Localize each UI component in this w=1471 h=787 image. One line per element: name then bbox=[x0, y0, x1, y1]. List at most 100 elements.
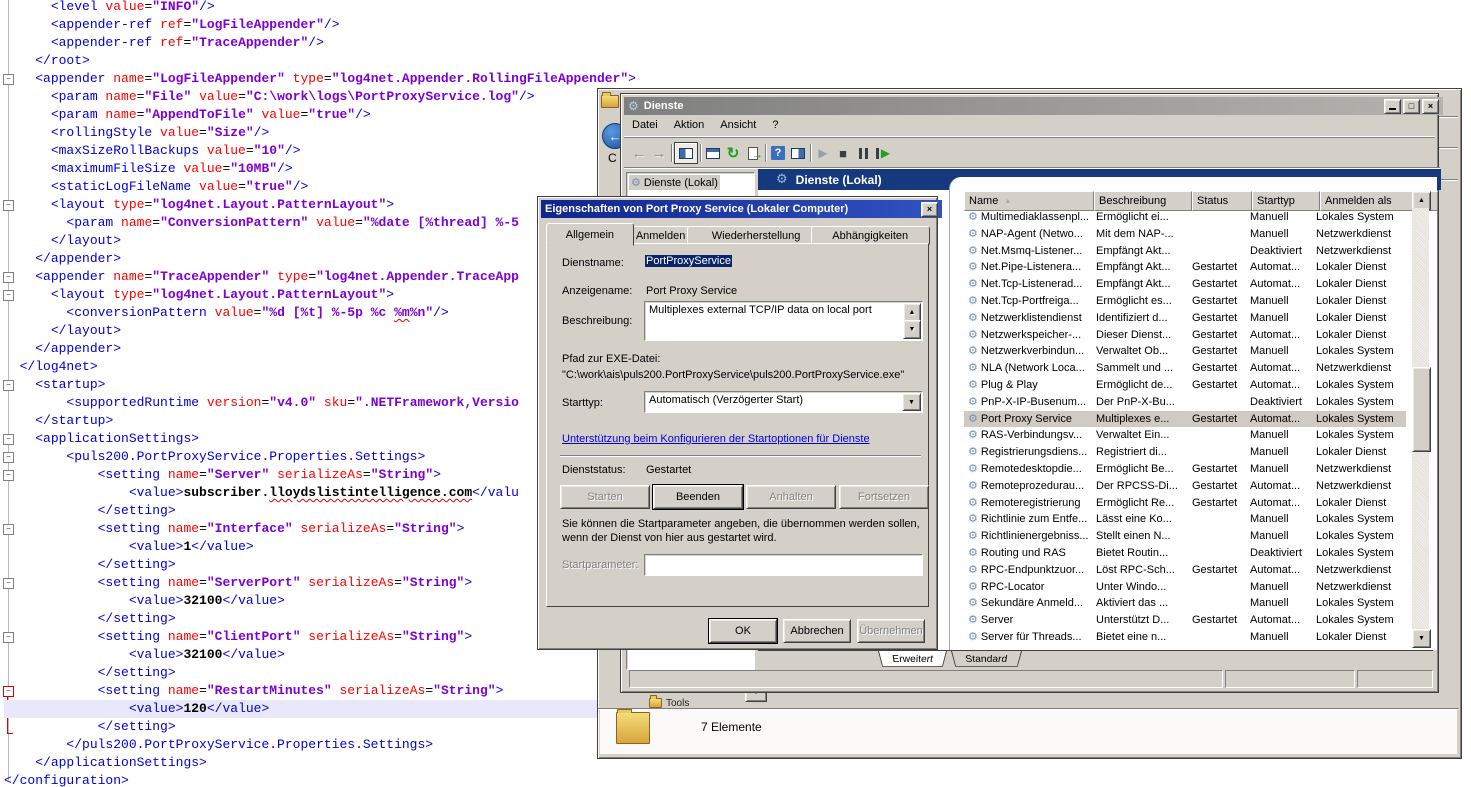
code-line[interactable]: </applicationSettings> bbox=[4, 754, 636, 772]
table-row[interactable]: ⚙Plug & PlayErmöglicht de...GestartetAut… bbox=[964, 377, 1406, 394]
code-line[interactable]: <value>120</value> bbox=[4, 700, 600, 718]
column-header-beschreibung[interactable]: Beschreibung bbox=[1094, 191, 1192, 211]
table-row[interactable]: ⚙Netzwerkverbindun...Verwaltet Ob...Gest… bbox=[964, 343, 1406, 360]
menu-item-ansicht[interactable]: Ansicht bbox=[712, 117, 764, 133]
start-button[interactable]: Starten bbox=[560, 485, 650, 509]
code-line[interactable]: <rollingStyle value="Size"/> bbox=[4, 124, 636, 142]
table-row[interactable]: ⚙Richtlinie zum Entfe...Lässt eine Ko...… bbox=[964, 511, 1406, 528]
services-scrollbar[interactable]: ▲ ▼ bbox=[1412, 191, 1429, 646]
apply-button[interactable]: Übernehmen bbox=[857, 619, 925, 643]
service-status-cell bbox=[1188, 226, 1246, 243]
cancel-button[interactable]: Abbrechen bbox=[783, 619, 851, 643]
table-row[interactable]: ⚙Netzwerkspeicher-...Dieser Dienst...Ges… bbox=[964, 327, 1406, 344]
table-row[interactable]: ⚙Net.Tcp-Portfreiga...Ermöglicht es...Ge… bbox=[964, 293, 1406, 310]
column-header-name[interactable]: Name▲ bbox=[964, 191, 1094, 211]
table-row[interactable]: ⚙RAS-Verbindungsv...Verwaltet Ein...Manu… bbox=[964, 427, 1406, 444]
table-row[interactable]: ⚙Server für Threads...Bietet eine n...Ma… bbox=[964, 629, 1406, 646]
code-line[interactable]: <level value="INFO"/> bbox=[4, 0, 636, 16]
service-description-cell: Sammelt und ... bbox=[1092, 360, 1188, 377]
table-row[interactable]: ⚙Port Proxy ServiceMultiplexes e...Gesta… bbox=[964, 411, 1406, 428]
code-line[interactable]: <param name="File" value="C:\work\logs\P… bbox=[4, 88, 636, 106]
code-line[interactable]: <staticLogFileName value="true"/> bbox=[4, 178, 636, 196]
code-line[interactable]: <appender-ref ref="TraceAppender"/> bbox=[4, 34, 636, 52]
code-line[interactable]: <param name="AppendToFile" value="true"/… bbox=[4, 106, 636, 124]
services-titlebar[interactable]: ⚙ Dienste □ × bbox=[624, 97, 1443, 115]
services-table-header: Name▲BeschreibungStatusStarttypAnmelden … bbox=[964, 191, 1438, 211]
table-row[interactable]: ⚙Remotedesktopdie...Ermöglicht Be...Gest… bbox=[964, 461, 1406, 478]
table-row[interactable]: ⚙Net.Msmq-Listener...Empfängt Akt...Deak… bbox=[964, 243, 1406, 260]
restart-service-icon[interactable] bbox=[873, 143, 893, 163]
code-line[interactable]: <appender name="LogFileAppender" type="l… bbox=[4, 70, 636, 88]
table-row[interactable]: ⚙ServerUnterstützt D...GestartetAutomat.… bbox=[964, 612, 1406, 629]
table-row[interactable]: ⚙RPC-Endpunktzuor...Löst RPC-Sch...Gesta… bbox=[964, 562, 1406, 579]
tab-allgemein[interactable]: Allgemein bbox=[546, 223, 634, 246]
table-row[interactable]: ⚙Richtlinienergebniss...Stellt einen N..… bbox=[964, 528, 1406, 545]
code-line[interactable]: </setting> bbox=[4, 664, 636, 682]
dialog-close-button[interactable]: × bbox=[921, 202, 938, 217]
description-textarea[interactable]: Multiplexes external TCP/IP data on loca… bbox=[644, 301, 923, 341]
table-row[interactable]: ⚙Net.Pipe-Listenera...Empfängt Akt...Ges… bbox=[964, 259, 1406, 276]
explorer-right-groove bbox=[1438, 116, 1458, 118]
stop-service-icon[interactable] bbox=[833, 143, 853, 163]
code-line[interactable]: </setting> bbox=[4, 718, 636, 736]
service-name-value[interactable]: PortProxyService bbox=[645, 255, 732, 267]
close-button[interactable]: × bbox=[1422, 99, 1439, 114]
stop-button[interactable]: Beenden bbox=[653, 485, 743, 509]
startup-type-combobox[interactable]: Automatisch (Verzögerter Start) ▼ bbox=[644, 391, 923, 413]
start-service-icon[interactable] bbox=[813, 143, 833, 163]
column-header-starttyp[interactable]: Starttyp bbox=[1252, 191, 1320, 211]
pause-button[interactable]: Anhalten bbox=[746, 485, 836, 509]
description-scroll-down[interactable]: ▼ bbox=[903, 320, 921, 339]
forward-icon[interactable] bbox=[649, 143, 669, 163]
resume-button[interactable]: Fortsetzen bbox=[839, 485, 929, 509]
table-row[interactable]: ⚙Routing und RASBietet Routin...Deaktivi… bbox=[964, 545, 1406, 562]
start-params-input[interactable] bbox=[644, 554, 923, 576]
view-tab-erweitert[interactable]: Erweitert bbox=[878, 651, 947, 667]
export-list-icon[interactable] bbox=[743, 143, 763, 163]
table-row[interactable]: ⚙Multimediaklassenpl...Ermöglicht ei...M… bbox=[964, 209, 1406, 226]
code-line[interactable]: </root> bbox=[4, 52, 636, 70]
pause-service-icon[interactable] bbox=[853, 143, 873, 163]
table-row[interactable]: ⚙RPC-LocatorUnter Windo...ManuellNetzwer… bbox=[964, 579, 1406, 596]
code-line[interactable]: <setting name="RestartMinutes" serialize… bbox=[4, 682, 636, 700]
table-row[interactable]: ⚙NAP-Agent (Netwo...Mit dem NAP-...Manue… bbox=[964, 226, 1406, 243]
menu-item-aktion[interactable]: Aktion bbox=[666, 117, 713, 133]
code-line[interactable]: </puls200.PortProxyService.Properties.Se… bbox=[4, 736, 636, 754]
menu-item-help[interactable]: ? bbox=[764, 117, 786, 133]
table-row[interactable]: ⚙PnP-X-IP-Busenum...Der PnP-X-Bu...Deakt… bbox=[964, 394, 1406, 411]
maximize-button[interactable]: □ bbox=[1403, 99, 1420, 114]
code-line[interactable]: <maximumFileSize value="10MB"/> bbox=[4, 160, 636, 178]
scrollbar-thumb[interactable] bbox=[1412, 367, 1431, 452]
code-line[interactable]: </configuration> bbox=[4, 772, 636, 787]
service-logonas-cell: Lokaler Dienst bbox=[1312, 293, 1406, 310]
table-row[interactable]: ⚙Registrierungsdiens...Registriert di...… bbox=[964, 444, 1406, 461]
code-line[interactable]: <appender-ref ref="LogFileAppender"/> bbox=[4, 16, 636, 34]
startup-options-help-link[interactable]: Unterstützung beim Konfigurieren der Sta… bbox=[562, 433, 870, 445]
service-gear-icon: ⚙ bbox=[968, 462, 978, 475]
tree-item-dienste-lokal[interactable]: ⚙ Dienste (Lokal) bbox=[629, 175, 720, 190]
table-row[interactable]: ⚙Net.Tcp-Listenerad...Empfängt Akt...Ges… bbox=[964, 276, 1406, 293]
minimize-button[interactable] bbox=[1384, 99, 1401, 114]
help-icon[interactable] bbox=[768, 143, 788, 163]
refresh-icon[interactable] bbox=[723, 143, 743, 163]
column-header-anmelden-als[interactable]: Anmelden als bbox=[1320, 191, 1416, 211]
back-icon[interactable] bbox=[629, 143, 649, 163]
table-row[interactable]: ⚙NLA (Network Loca...Sammelt und ...Gest… bbox=[964, 360, 1406, 377]
menu-item-datei[interactable]: Datei bbox=[624, 117, 666, 133]
properties-icon[interactable] bbox=[703, 143, 723, 163]
view-tab-standard[interactable]: Standard bbox=[951, 651, 1022, 667]
table-row[interactable]: ⚙Sekundäre Anmeld...Aktiviert das ...Man… bbox=[964, 595, 1406, 612]
service-logonas-cell: Lokales System bbox=[1312, 411, 1406, 428]
scroll-down-button[interactable]: ▼ bbox=[1412, 629, 1431, 648]
service-name-cell: ⚙Net.Pipe-Listenera... bbox=[964, 259, 1092, 276]
show-tree-icon[interactable] bbox=[674, 142, 698, 164]
table-row[interactable]: ⚙RemoteregistrierungErmöglicht Re...Gest… bbox=[964, 495, 1406, 512]
table-row[interactable]: ⚙NetzwerklistendienstIdentifiziert d...G… bbox=[964, 310, 1406, 327]
ok-button[interactable]: OK bbox=[709, 619, 777, 643]
extended-view-icon[interactable] bbox=[788, 143, 808, 163]
combobox-dropdown-button[interactable]: ▼ bbox=[902, 393, 921, 411]
table-row[interactable]: ⚙Remoteprozedurau...Der RPCSS-Di...Gesta… bbox=[964, 478, 1406, 495]
column-header-status[interactable]: Status bbox=[1192, 191, 1252, 211]
code-line[interactable]: <maxSizeRollBackups value="10"/> bbox=[4, 142, 636, 160]
dialog-titlebar[interactable]: Eigenschaften von Port Proxy Service (Lo… bbox=[541, 200, 942, 218]
